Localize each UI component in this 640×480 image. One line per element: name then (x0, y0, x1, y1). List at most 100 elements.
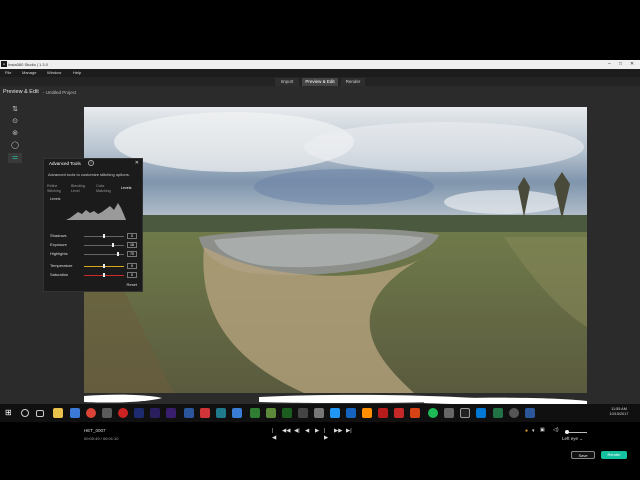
fast-forward-button[interactable]: ▶▶ (334, 428, 342, 435)
eye-mode-select[interactable]: Left eye ⌄ (562, 436, 583, 442)
volume-slider[interactable] (565, 430, 587, 434)
subtab-levels[interactable]: Levels (121, 186, 143, 191)
search-icon[interactable] (21, 409, 29, 417)
snapshot-icon[interactable]: ▣ (540, 427, 545, 433)
photoshop-icon[interactable] (134, 408, 144, 418)
subtab-refine-stitching[interactable]: Refine Stitching (47, 184, 69, 193)
subtab-blending-level[interactable]: Blending Level (71, 184, 93, 193)
rewind-button[interactable]: ◀◀ (282, 428, 290, 435)
app-icon[interactable] (346, 408, 356, 418)
slider-knob[interactable] (103, 273, 105, 277)
app-icon[interactable] (200, 408, 210, 418)
slider-value-input[interactable]: 70 (127, 251, 137, 257)
chrome-icon[interactable] (86, 408, 96, 418)
calculator-icon[interactable] (314, 408, 324, 418)
render-button[interactable]: Render (601, 451, 627, 459)
save-button[interactable]: Save (571, 451, 595, 459)
acrobat-icon[interactable] (394, 408, 404, 418)
app-icon[interactable] (444, 408, 454, 418)
play-button[interactable]: ▶ (315, 428, 319, 435)
opera-icon[interactable] (118, 408, 128, 418)
windows-start-icon[interactable]: ⊞ (5, 408, 15, 418)
go-to-end-button[interactable]: ▶| (346, 428, 352, 435)
marker-icon[interactable]: ● (525, 428, 528, 434)
slider-value-input[interactable]: 0 (127, 233, 137, 239)
slider-label: Saturation (50, 272, 69, 277)
task-view-icon[interactable] (36, 410, 44, 417)
app-icon[interactable] (184, 408, 194, 418)
powerpoint-icon[interactable] (410, 408, 420, 418)
app-icon[interactable] (330, 408, 340, 418)
keyframe-icon[interactable]: ▾ (532, 428, 535, 434)
panorama-preview[interactable] (84, 107, 587, 393)
slider-knob[interactable] (111, 243, 114, 247)
volume-knob[interactable] (565, 430, 569, 434)
previous-frame-button[interactable]: ◀| (294, 428, 300, 435)
slider-value-input[interactable]: 16 (127, 242, 137, 248)
system-clock[interactable]: 11:55 AM 10/15/2017 (600, 407, 638, 417)
menu-window[interactable]: Window (47, 69, 61, 77)
settings-icon[interactable] (509, 408, 519, 418)
slider-knob[interactable] (103, 234, 105, 238)
app-window: ● Insta360 Studio | 1.3.0 – □ ✕ File Man… (0, 60, 640, 459)
step-back-button[interactable]: ◀ (305, 428, 309, 435)
page-title: Preview & Edit (3, 89, 39, 95)
mail-icon[interactable] (476, 408, 486, 418)
app-icon[interactable] (232, 408, 242, 418)
volume-icon[interactable]: ◁) (553, 427, 559, 433)
menu-file[interactable]: File (5, 69, 11, 77)
file-explorer-icon[interactable] (53, 408, 63, 418)
window-title: Insta360 Studio | 1.3.0 (8, 62, 48, 67)
close-icon[interactable]: ✕ (135, 160, 139, 166)
insta360-studio-icon[interactable] (460, 408, 470, 418)
subtab-color-matching[interactable]: Color Matching (96, 184, 118, 193)
slider-track[interactable] (84, 244, 124, 246)
levels-label: Levels (50, 197, 61, 201)
app-logo-icon: ● (1, 61, 7, 67)
reset-view-icon[interactable]: ⊙ (8, 117, 22, 127)
help-icon[interactable]: ? (88, 160, 94, 166)
edge-icon[interactable] (70, 408, 80, 418)
menu-bar: File Manage Window Help (0, 69, 640, 77)
slider-shadows: Shadows 0 (48, 233, 140, 239)
app-icon[interactable] (266, 408, 276, 418)
slider-knob[interactable] (117, 252, 119, 256)
reset-button[interactable]: Reset (127, 282, 137, 287)
menu-manage[interactable]: Manage (22, 69, 36, 77)
app-icon[interactable] (250, 408, 260, 418)
go-to-start-button[interactable]: |◀ (272, 428, 276, 442)
slider-label: Exposure (50, 242, 67, 247)
stabilize-icon[interactable]: ⊚ (8, 129, 22, 139)
page-header: Preview & Edit - Untitled Project (0, 87, 640, 97)
slider-value-input[interactable]: 0 (127, 263, 137, 269)
tab-import[interactable]: Import (275, 78, 299, 86)
project-name: - Untitled Project (43, 90, 77, 95)
slider-value-input[interactable]: 0 (127, 272, 137, 278)
panel-description: Advanced tools to customize stitching op… (48, 172, 130, 177)
tab-preview-edit[interactable]: Preview & Edit (302, 78, 338, 86)
spotify-icon[interactable] (428, 408, 438, 418)
tab-render[interactable]: Render (341, 78, 365, 86)
app-icon[interactable] (282, 408, 292, 418)
advanced-tools-icon[interactable]: ⚌ (8, 153, 22, 163)
close-button[interactable]: ✕ (630, 60, 634, 69)
excel-icon[interactable] (493, 408, 503, 418)
maximize-button[interactable]: □ (619, 60, 622, 69)
premiere-icon[interactable] (150, 408, 160, 418)
vlc-icon[interactable] (362, 408, 372, 418)
app-icon[interactable] (378, 408, 388, 418)
app-icon[interactable] (216, 408, 226, 418)
next-frame-button[interactable]: |▶ (324, 428, 328, 442)
menu-help[interactable]: Help (73, 69, 81, 77)
minimize-button[interactable]: – (608, 60, 611, 69)
timecode: 00:00:49 / 00:01:10 (84, 436, 119, 441)
slider-knob[interactable] (103, 264, 105, 268)
app-icon[interactable] (298, 408, 308, 418)
word-icon[interactable] (525, 408, 535, 418)
app-icon[interactable] (102, 408, 112, 418)
screen: ● Insta360 Studio | 1.3.0 – □ ✕ File Man… (0, 0, 640, 480)
levels-histogram (66, 203, 126, 220)
flip-icon[interactable]: ⇅ (8, 105, 22, 115)
after-effects-icon[interactable] (166, 408, 176, 418)
lens-icon[interactable]: ◯ (8, 141, 22, 151)
